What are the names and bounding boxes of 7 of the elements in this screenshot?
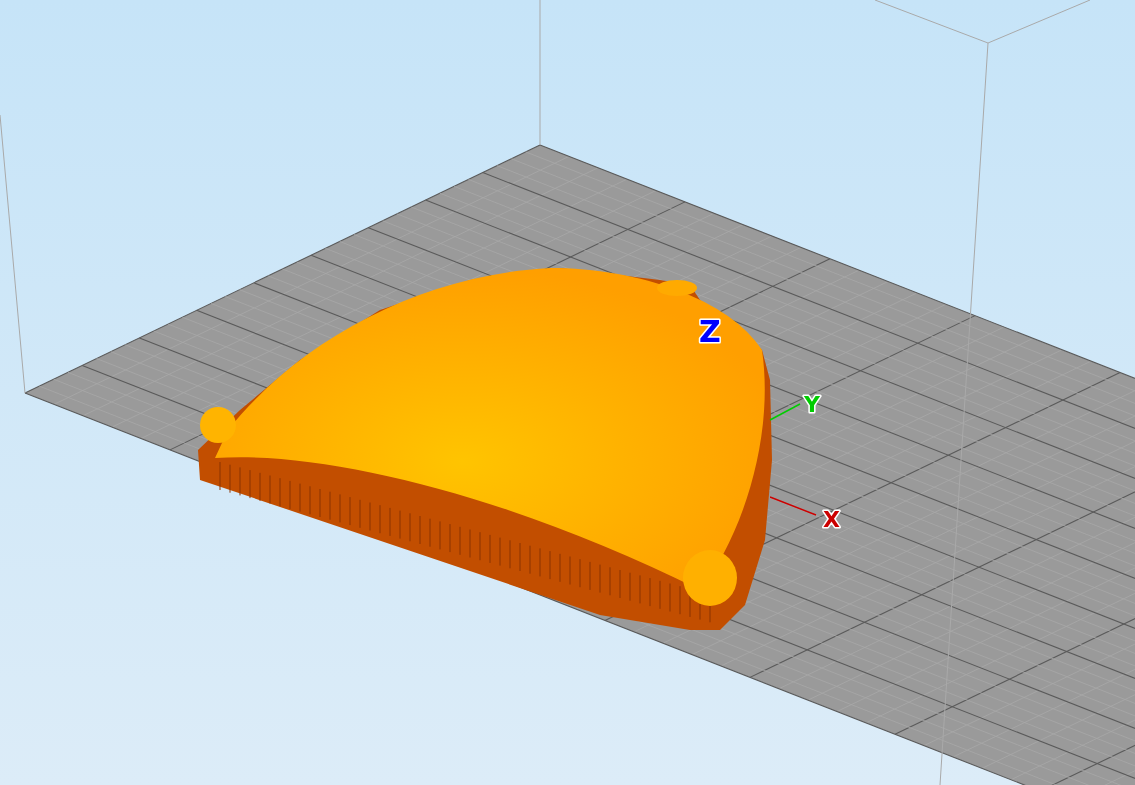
axis-label: Z <box>699 314 721 349</box>
3d-model-drawing[interactable] <box>198 268 772 630</box>
3d-viewport[interactable]: Z Y X <box>0 0 1135 785</box>
axis-label: Y <box>804 392 820 417</box>
axis-line <box>769 403 801 421</box>
axis-line <box>769 496 817 516</box>
axis-label: X <box>823 507 840 532</box>
